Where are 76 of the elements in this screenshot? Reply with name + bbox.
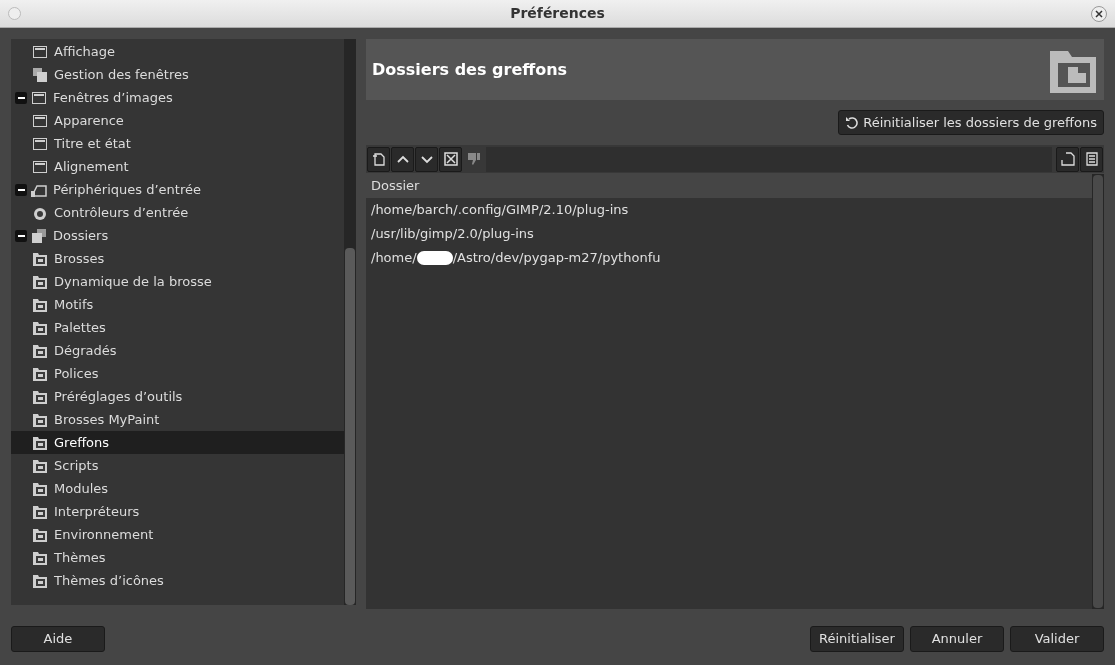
folder-icon [32,319,48,336]
toolbar-button[interactable] [391,146,414,172]
sidebar-item[interactable]: Thèmes d’icônes [11,569,344,592]
column-header[interactable]: Dossier [366,174,1092,198]
folder-row[interactable]: /usr/lib/gimp/2.0/plug-ins [366,222,1092,246]
folder-icon [32,365,48,382]
folder-row[interactable]: /home/ /Astro/dev/pygap-m27/pythonfu [366,246,1092,270]
sidebar-item[interactable]: Dynamique de la brosse [11,270,344,293]
scrollbar[interactable] [344,39,356,605]
sidebar-item[interactable]: Polices [11,362,344,385]
new-file-icon [370,151,387,167]
collapse-toggle[interactable] [15,183,27,196]
folder-icon [32,342,48,359]
folders-icon [31,227,47,244]
windows-icon [32,66,48,83]
sidebar-item[interactable]: Interpréteurs [11,500,344,523]
sidebar-item[interactable]: Alignement [11,155,344,178]
collapse-toggle[interactable] [15,229,27,242]
sidebar-item[interactable]: Dossiers [11,224,344,247]
folder-icon [32,526,48,543]
toolbar-button[interactable] [367,146,390,172]
folder-icon [32,549,48,566]
sidebar-item[interactable]: Fenêtres d’images [11,86,344,109]
window-icon [32,112,48,129]
dialog-button[interactable]: Réinitialiser [810,625,904,652]
folder-icon [32,411,48,428]
sidebar-item[interactable]: Gestion des fenêtres [11,63,344,86]
page-title: Dossiers des greffons [372,58,568,81]
close-button[interactable] [1091,5,1107,22]
toolbar-button[interactable] [439,146,462,172]
folder-icon [32,572,48,589]
reset-folders-button[interactable]: Réinitialiser les dossiers de greffons [838,110,1104,135]
sidebar-item[interactable]: Préréglages d’outils [11,385,344,408]
sidebar-item[interactable]: Périphériques d’entrée [11,178,344,201]
sidebar-item[interactable]: Greffons [11,431,344,454]
reset-icon [845,115,860,130]
sidebar-item[interactable]: Titre et état [11,132,344,155]
sidebar-item[interactable]: Apparence [11,109,344,132]
sidebar-item[interactable]: Scripts [11,454,344,477]
folder-icon [32,434,48,451]
window-icon [32,158,48,175]
folder-icon [32,250,48,267]
folder-icon [32,388,48,405]
sidebar-item[interactable]: Contrôleurs d’entrée [11,201,344,224]
folder-icon [32,480,48,497]
folder-row[interactable]: /home/barch/.config/GIMP/2.10/plug-ins [366,198,1092,222]
dialog-button[interactable]: Valider [1010,625,1104,652]
folder-icon [32,296,48,313]
window-icon [32,43,48,60]
sidebar-item[interactable]: Palettes [11,316,344,339]
dialog-button[interactable]: Annuler [910,625,1004,652]
sidebar-item[interactable]: Environnement [11,523,344,546]
file-open-icon [1059,151,1076,167]
delete-icon [442,151,459,167]
sidebar-item[interactable]: Motifs [11,293,344,316]
sidebar-item[interactable]: Brosses [11,247,344,270]
folder-icon [32,457,48,474]
dialog-button[interactable]: Aide [11,625,105,652]
window-icon [31,89,47,106]
close-icon [1095,9,1103,18]
collapse-toggle[interactable] [15,91,27,104]
window-title: Préférences [510,4,605,23]
thumbs-down-icon [466,151,482,167]
window-icon [32,135,48,152]
list-icon [1083,151,1100,167]
sidebar-item[interactable]: Thèmes [11,546,344,569]
toolbar-button[interactable] [415,146,438,172]
folder-icon [32,273,48,290]
sidebar-item[interactable]: Affichage [11,40,344,63]
folder-icon [32,503,48,520]
toolbar-button[interactable] [1056,146,1079,172]
sidebar-item[interactable]: Dégradés [11,339,344,362]
toolbar-button[interactable] [1080,146,1103,172]
sidebar-item[interactable]: Modules [11,477,344,500]
sidebar-item[interactable]: Brosses MyPaint [11,408,344,431]
scrollbar[interactable] [1092,174,1104,609]
